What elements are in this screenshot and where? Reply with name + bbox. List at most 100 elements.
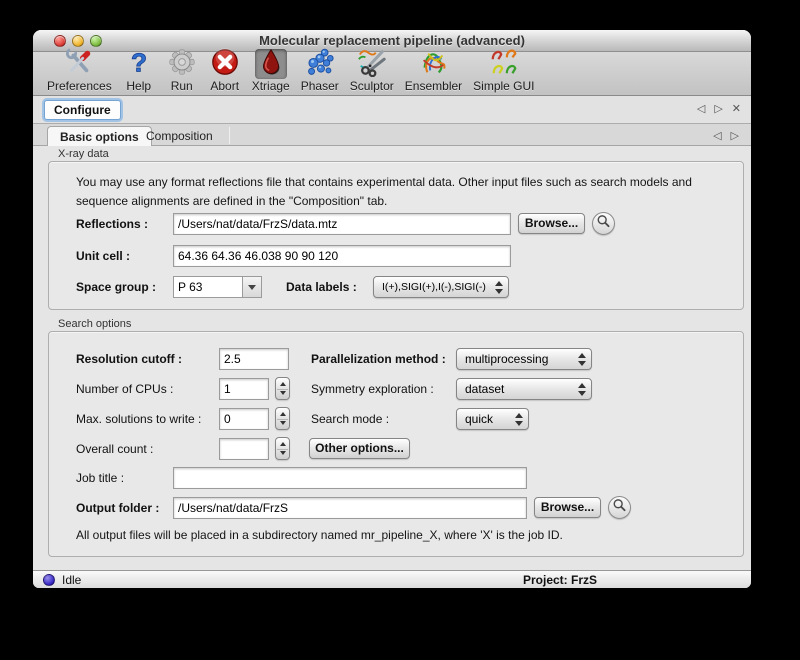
magnifier-icon — [612, 498, 627, 518]
xray-description: You may use any format reflections file … — [76, 173, 721, 211]
status-text: Idle — [62, 573, 81, 587]
max-solutions-stepper[interactable] — [275, 407, 290, 430]
reflections-browse-button[interactable]: Browse... — [518, 213, 585, 234]
max-solutions-label: Max. solutions to write : — [76, 412, 201, 426]
search-groupbox: Resolution cutoff : 2.5 Parallelization … — [48, 331, 744, 557]
reflections-label: Reflections : — [76, 217, 148, 231]
space-group-label: Space group : — [76, 280, 156, 294]
resolution-cutoff-input[interactable]: 2.5 — [219, 348, 289, 370]
toolbar-label: Xtriage — [252, 79, 290, 93]
num-cpus-input[interactable]: 1 — [219, 378, 269, 400]
app-window: Molecular replacement pipeline (advanced… — [33, 30, 751, 588]
unit-cell-label: Unit cell : — [76, 249, 130, 263]
svg-text:?: ? — [131, 47, 147, 77]
data-labels-popup[interactable]: I(+),SIGI(+),I(-),SIGI(-) — [373, 276, 509, 298]
chevron-down-icon — [248, 285, 256, 290]
search-section-label: Search options — [58, 318, 131, 330]
parallelization-method-popup[interactable]: multiprocessing — [456, 348, 592, 370]
toolbar-label: Ensembler — [405, 79, 462, 93]
run-gear-icon — [167, 47, 197, 82]
popup-arrows-icon — [495, 280, 503, 295]
status-bar: Idle Project: FrzS — [33, 570, 751, 588]
toolbar-button-simple-gui[interactable]: Simple GUI — [473, 49, 534, 93]
search-mode-popup[interactable]: quick — [456, 408, 529, 430]
tab-close-icon[interactable]: ✕ — [732, 102, 741, 116]
selected-tool-highlight — [255, 49, 287, 79]
toolbar-button-run[interactable]: Run — [166, 49, 198, 93]
tab-composition[interactable]: Composition — [134, 126, 225, 146]
basic-options-panel: X-ray data You may use any format reflec… — [33, 146, 751, 570]
max-solutions-input[interactable]: 0 — [219, 408, 269, 430]
parallelization-method-value: multiprocessing — [465, 352, 548, 366]
toolbar-label: Phaser — [301, 79, 339, 93]
toolbar-button-xtriage[interactable]: Xtriage — [252, 49, 290, 93]
ensembler-ribbons-icon — [418, 47, 448, 82]
toolbar-button-ensembler[interactable]: Ensembler — [405, 49, 462, 93]
tab-scroll-left-icon[interactable]: ◁ — [697, 102, 705, 116]
num-cpus-stepper[interactable] — [275, 377, 290, 400]
combo-dropdown-button[interactable] — [242, 277, 261, 297]
tab-scroll-right-icon[interactable]: ▷ — [731, 129, 739, 142]
toolbar-label: Sculptor — [350, 79, 394, 93]
popup-arrows-icon — [578, 382, 586, 397]
reflections-view-button[interactable] — [592, 212, 615, 235]
desktop-background: Molecular replacement pipeline (advanced… — [0, 0, 800, 660]
overall-count-stepper[interactable] — [275, 437, 290, 460]
toolbar-button-help[interactable]: ? Help — [123, 49, 155, 93]
toolbar: Preferences ? Help — [33, 52, 751, 96]
tab-scroll-left-icon[interactable]: ◁ — [713, 129, 721, 142]
output-note: All output files will be placed in a sub… — [76, 528, 563, 542]
tab-separator — [229, 127, 230, 144]
output-folder-view-button[interactable] — [608, 496, 631, 519]
symmetry-exploration-popup[interactable]: dataset — [456, 378, 592, 400]
xray-section-label: X-ray data — [58, 148, 109, 160]
help-question-icon: ? — [124, 47, 154, 82]
reflections-input[interactable]: /Users/nat/data/FrzS/data.mtz — [173, 213, 511, 235]
popup-arrows-icon — [578, 352, 586, 367]
toolbar-label: Preferences — [47, 79, 112, 93]
search-mode-label: Search mode : — [311, 412, 389, 426]
toolbar-button-sculptor[interactable]: Sculptor — [350, 49, 394, 93]
data-labels-value: I(+),SIGI(+),I(-),SIGI(-) — [382, 281, 486, 293]
tab-scroll-right-icon[interactable]: ▷ — [714, 102, 722, 116]
resolution-cutoff-label: Resolution cutoff : — [76, 352, 182, 366]
job-title-input[interactable] — [173, 467, 527, 489]
output-folder-input[interactable]: /Users/nat/data/FrzS — [173, 497, 527, 519]
symmetry-exploration-value: dataset — [465, 382, 504, 396]
symmetry-exploration-label: Symmetry exploration : — [311, 382, 434, 396]
parallelization-method-label: Parallelization method : — [311, 352, 446, 366]
project-label: Project: FrzS — [523, 573, 597, 587]
space-group-value: P 63 — [178, 277, 202, 297]
num-cpus-label: Number of CPUs : — [76, 382, 173, 396]
job-title-label: Job title : — [76, 471, 124, 485]
xtriage-drop-icon — [256, 47, 286, 82]
preferences-tools-icon — [64, 47, 94, 82]
toolbar-button-phaser[interactable]: Phaser — [301, 49, 339, 93]
magnifier-icon — [596, 214, 611, 234]
toolbar-button-abort[interactable]: Abort — [209, 49, 241, 93]
toolbar-button-preferences[interactable]: Preferences — [47, 49, 112, 93]
status-led-icon — [43, 574, 55, 586]
toolbar-label: Run — [171, 79, 193, 93]
output-folder-browse-button[interactable]: Browse... — [534, 497, 601, 518]
toolbar-label: Abort — [210, 79, 239, 93]
tab-configure[interactable]: Configure — [44, 100, 121, 120]
xray-groupbox: You may use any format reflections file … — [48, 161, 744, 310]
popup-arrows-icon — [515, 412, 523, 427]
unit-cell-input[interactable]: 64.36 64.36 46.038 90 90 120 — [173, 245, 511, 267]
sculptor-scissors-icon — [357, 47, 387, 82]
other-options-button[interactable]: Other options... — [309, 438, 410, 459]
space-group-combobox[interactable]: P 63 — [173, 276, 262, 298]
options-tab-bar: Basic options Composition ◁ ▷ — [33, 124, 751, 146]
simple-gui-icon — [489, 47, 519, 82]
toolbar-label: Help — [126, 79, 151, 93]
overall-count-label: Overall count : — [76, 442, 153, 456]
search-mode-value: quick — [465, 412, 493, 426]
output-folder-label: Output folder : — [76, 501, 159, 515]
phaser-molecule-icon — [305, 47, 335, 82]
data-labels-label: Data labels : — [286, 280, 357, 294]
overall-count-input[interactable] — [219, 438, 269, 460]
toolbar-label: Simple GUI — [473, 79, 534, 93]
abort-red-x-icon — [210, 47, 240, 82]
configure-tab-bar: Configure ◁ ▷ ✕ — [33, 96, 751, 124]
